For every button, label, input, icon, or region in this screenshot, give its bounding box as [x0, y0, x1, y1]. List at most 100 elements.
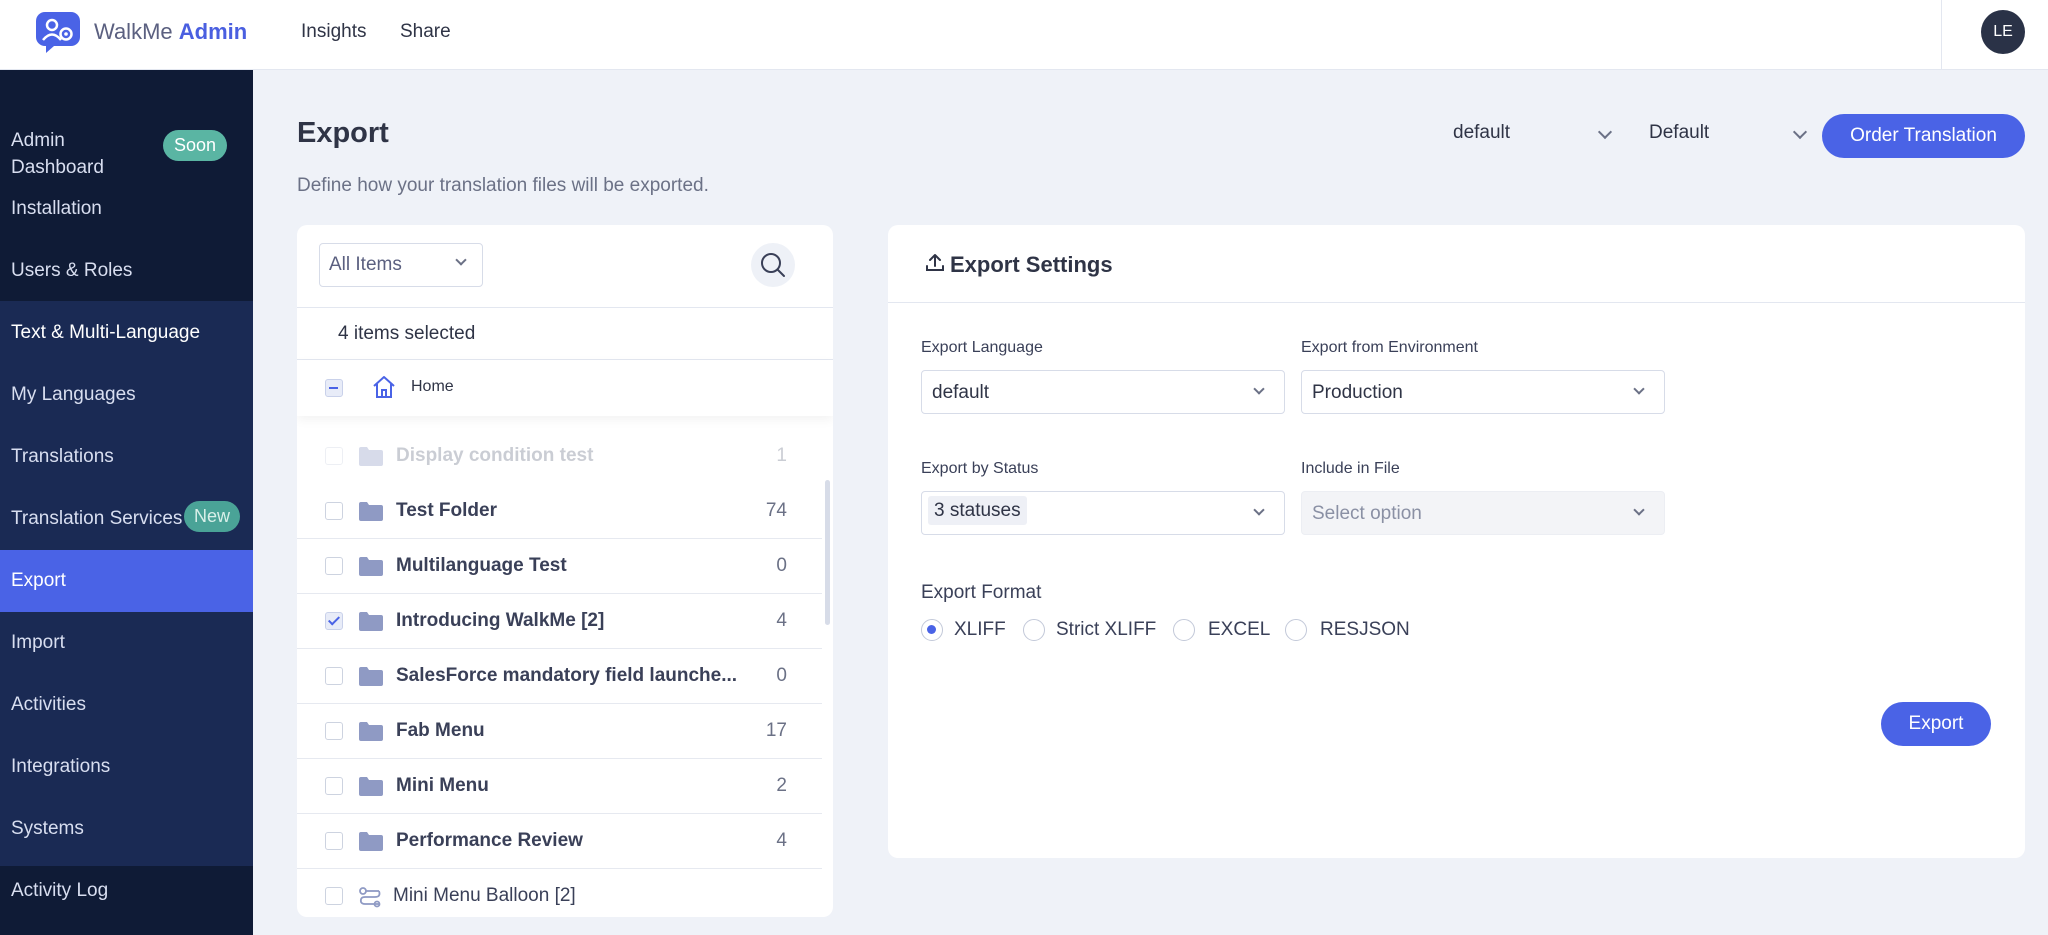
row-checkbox[interactable] — [325, 722, 343, 740]
nav-insights[interactable]: Insights — [301, 21, 366, 43]
environment-select[interactable]: Production — [1301, 370, 1665, 414]
sidebar-item-label: Installation — [11, 198, 102, 219]
sidebar-item-text-multi-language[interactable]: Text & Multi-Language — [0, 302, 253, 364]
tree-row[interactable]: Test Folder 74 — [297, 484, 822, 539]
chevron-down-icon — [1597, 124, 1613, 140]
radio-excel[interactable] — [1173, 619, 1195, 641]
sidebar-item-integrations[interactable]: Integrations — [0, 736, 253, 798]
smart-walkthru-icon — [359, 887, 381, 908]
items-filter-select[interactable]: All Items — [319, 243, 483, 287]
folder-icon — [359, 502, 383, 521]
home-row[interactable]: Home — [297, 360, 833, 416]
sidebar-item-import[interactable]: Import — [0, 612, 253, 674]
radio-strict-xliff-label[interactable]: Strict XLIFF — [1056, 619, 1156, 641]
new-badge: New — [184, 501, 241, 532]
search-icon — [761, 253, 785, 277]
sidebar: Admin Dashboard Soon Installation Users … — [0, 70, 253, 935]
chevron-down-icon — [1253, 504, 1265, 516]
home-icon — [373, 376, 395, 398]
tree-row[interactable]: Introducing WalkMe [2] 4 — [297, 594, 822, 649]
radio-strict-xliff[interactable] — [1023, 619, 1045, 641]
tree-row[interactable]: Display condition test 1 — [297, 429, 822, 484]
radio-xliff[interactable] — [921, 619, 943, 641]
top-bar: WalkMe Admin Insights Share LE — [0, 0, 2048, 70]
nav-share[interactable]: Share — [400, 21, 451, 43]
sidebar-item-installation[interactable]: Installation — [0, 178, 253, 240]
sidebar-item-label: Activity Log — [11, 880, 109, 901]
folder-icon — [359, 447, 383, 466]
export-settings-panel: Export Settings Export Language default … — [888, 225, 2025, 858]
row-checkbox[interactable] — [325, 447, 343, 465]
sidebar-item-label: Export — [11, 570, 66, 591]
search-button[interactable] — [751, 243, 795, 287]
sidebar-item-activities[interactable]: Activities — [0, 674, 253, 736]
avatar[interactable]: LE — [1981, 10, 2025, 54]
sidebar-item-label: Activities — [11, 694, 86, 715]
page-description: Define how your translation files will b… — [297, 175, 709, 196]
folder-icon — [359, 832, 383, 851]
row-checkbox[interactable] — [325, 612, 343, 630]
sidebar-item-activity-log[interactable]: Activity Log — [0, 860, 253, 922]
sidebar-item-label: Users & Roles — [11, 260, 133, 281]
chevron-down-icon — [1792, 124, 1808, 140]
row-count: 4 — [776, 830, 787, 851]
environment-select-value: default — [1453, 122, 1511, 143]
sidebar-item-translations[interactable]: Translations — [0, 426, 253, 488]
radio-resjson-label[interactable]: RESJSON — [1320, 619, 1410, 641]
row-checkbox[interactable] — [325, 667, 343, 685]
row-count: 1 — [776, 445, 787, 466]
export-status-select[interactable]: 3 statuses — [921, 491, 1285, 535]
chevron-down-icon — [1633, 504, 1645, 516]
radio-resjson[interactable] — [1285, 619, 1307, 641]
tree-row[interactable]: SalesForce mandatory field launche... 0 — [297, 649, 822, 704]
sidebar-item-label: Import — [11, 632, 65, 653]
row-checkbox[interactable] — [325, 887, 343, 905]
scrollbar[interactable] — [825, 480, 830, 625]
folder-icon — [359, 722, 383, 741]
sidebar-item-label: My Languages — [11, 384, 136, 405]
tree-row[interactable]: Fab Menu 17 — [297, 704, 822, 759]
tree-row[interactable]: Performance Review 4 — [297, 814, 822, 869]
include-in-file-select[interactable]: Select option — [1301, 491, 1665, 535]
export-language-select[interactable]: default — [921, 370, 1285, 414]
sidebar-item-label: Systems — [11, 818, 84, 839]
selection-summary: 4 items selected — [297, 307, 833, 360]
page-title: Export — [297, 117, 389, 149]
tree-row[interactable]: Mini Menu 2 — [297, 759, 822, 814]
items-panel: All Items 4 items selected Home Display … — [297, 225, 833, 917]
sidebar-item-my-languages[interactable]: My Languages — [0, 364, 253, 426]
folder-icon — [359, 557, 383, 576]
tree-row[interactable]: Mini Menu Balloon [2] — [297, 869, 822, 917]
row-count: 2 — [776, 775, 787, 796]
upload-icon — [926, 254, 944, 271]
app-name: WalkMe Admin — [94, 19, 248, 44]
folder-icon — [359, 777, 383, 796]
row-checkbox[interactable] — [325, 502, 343, 520]
sidebar-item-export[interactable]: Export — [0, 550, 253, 612]
include-in-file-placeholder: Select option — [1312, 503, 1422, 524]
row-checkbox[interactable] — [325, 777, 343, 795]
status-chip: 3 statuses — [928, 496, 1027, 525]
sidebar-item-systems[interactable]: Systems — [0, 798, 253, 860]
sidebar-item-label: Translations — [11, 446, 114, 467]
row-checkbox[interactable] — [325, 832, 343, 850]
sidebar-item-users-roles[interactable]: Users & Roles — [0, 240, 253, 302]
row-count: 4 — [776, 610, 787, 631]
row-label: Introducing WalkMe [2] — [396, 610, 605, 631]
walkme-logo-icon[interactable] — [34, 10, 82, 54]
export-button[interactable]: Export — [1881, 702, 1991, 746]
topbar-divider — [1941, 0, 1942, 70]
order-translation-button[interactable]: Order Translation — [1822, 114, 2025, 158]
home-checkbox[interactable] — [325, 379, 343, 397]
radio-excel-label[interactable]: EXCEL — [1208, 619, 1270, 641]
soon-badge: Soon — [163, 130, 228, 161]
radio-xliff-label[interactable]: XLIFF — [954, 619, 1006, 641]
items-filter-value: All Items — [329, 254, 402, 275]
row-checkbox[interactable] — [325, 557, 343, 575]
chevron-down-icon — [1253, 383, 1265, 395]
tree-row[interactable]: Multilanguage Test 0 — [297, 539, 822, 594]
row-label: Test Folder — [396, 500, 497, 521]
sidebar-item-label: Admin Dashboard — [11, 130, 104, 178]
sidebar-item-label: Integrations — [11, 756, 111, 777]
folder-icon — [359, 612, 383, 631]
